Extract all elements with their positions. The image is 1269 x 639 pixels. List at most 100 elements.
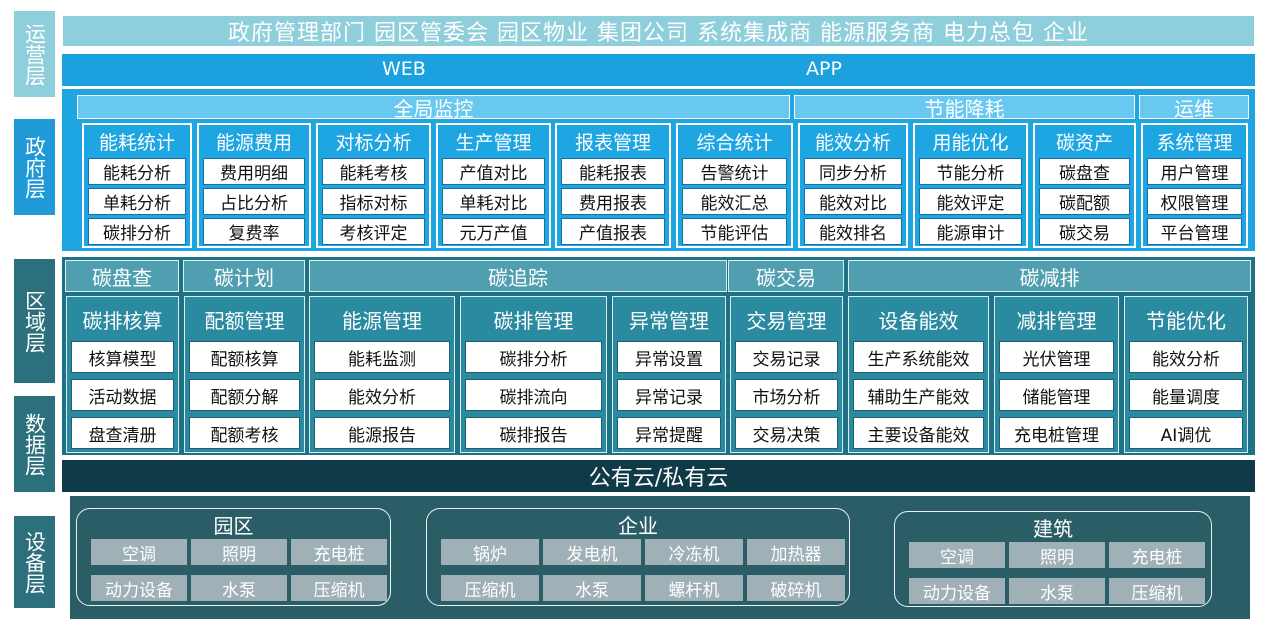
region-item: 配额分解: [189, 379, 300, 411]
app-label: APP: [806, 58, 842, 80]
device-item: 压缩机: [1109, 578, 1205, 604]
gov-section-saving: 节能降耗: [794, 95, 1135, 121]
device-item: 动力设备: [909, 578, 1005, 604]
region-item: 光伏管理: [999, 341, 1114, 373]
device-item: 水泵: [543, 575, 641, 601]
region-item: 生产系统能效: [853, 341, 984, 373]
device-item: 锅炉: [441, 539, 539, 565]
device-item: 压缩机: [291, 575, 387, 601]
gov-item: 产值对比: [442, 158, 545, 185]
gov-item: 节能分析: [919, 158, 1022, 185]
region-item: 辅助生产能效: [853, 379, 984, 411]
gov-item: 费用明细: [203, 158, 305, 185]
gov-group-title: 能效分析: [814, 131, 891, 154]
device-group-title: 企业: [618, 513, 658, 538]
layer-label-gov: 政府层: [14, 119, 55, 215]
region-item: 盘查清册: [71, 417, 174, 449]
gov-item: 碳配额: [1039, 188, 1130, 215]
gov-group: 对标分析能耗考核指标对标考核评定: [316, 123, 431, 248]
gov-section-maintenance: 运维: [1139, 95, 1249, 121]
gov-item: 碳交易: [1039, 218, 1130, 245]
region-group-title: 交易管理: [746, 308, 827, 333]
gov-item: 碳排分析: [88, 218, 186, 245]
gov-group-title: 能源费用: [215, 131, 292, 154]
region-group: 减排管理 光伏管理 储能管理 充电桩管理: [994, 296, 1119, 453]
device-group: 企业 锅炉 发电机 冷冻机 加热器 压缩机 水泵 螺杆机 破碎机: [426, 508, 850, 606]
gov-group-title: 对标分析: [335, 131, 412, 154]
gov-item: 占比分析: [203, 188, 305, 215]
region-item: 能效分析: [314, 379, 450, 411]
region-section-plan: 碳计划: [183, 260, 305, 292]
gov-group-title: 碳资产: [1055, 131, 1113, 154]
device-item: 水泵: [1009, 578, 1105, 604]
region-item: 能源报告: [314, 417, 450, 449]
region-section-inventory: 碳盘查: [65, 260, 179, 292]
layer-label-device: 设备层: [14, 516, 55, 608]
device-item: 发电机: [543, 539, 641, 565]
device-item: 充电桩: [1109, 542, 1205, 568]
region-item: 交易决策: [735, 417, 838, 449]
region-group-title: 碳排管理: [493, 308, 574, 333]
gov-item: 产值报表: [561, 218, 665, 245]
gov-section-saving-label: 节能降耗: [924, 96, 1005, 121]
gov-group: 能耗统计 能耗分析 单耗分析 碳排分析: [82, 123, 192, 248]
client-bar: WEB APP: [62, 54, 1255, 86]
region-item: 活动数据: [71, 379, 174, 411]
region-section-tracking-label: 碳追踪: [488, 265, 548, 290]
gov-item: 同步分析: [804, 158, 902, 185]
device-item: 空调: [91, 539, 187, 565]
gov-item: 单耗分析: [88, 188, 186, 215]
layer-label-data-text: 数据层: [22, 412, 47, 476]
region-item: 异常记录: [617, 379, 721, 411]
ops-bar-text: 政府管理部门 园区管委会 园区物业 集团公司 系统集成商 能源服务商 电力总包 …: [228, 21, 1089, 46]
device-item: 动力设备: [91, 575, 187, 601]
device-item: 照明: [1009, 542, 1105, 568]
region-item: 能耗监测: [314, 341, 450, 373]
gov-item: 能耗考核: [322, 158, 425, 185]
gov-item: 碳盘查: [1039, 158, 1130, 185]
device-item: 螺杆机: [645, 575, 743, 601]
region-section-inventory-label: 碳盘查: [92, 265, 152, 290]
device-item: 充电桩: [291, 539, 387, 565]
region-item: 配额核算: [189, 341, 300, 373]
gov-item: 元万产值: [442, 218, 545, 245]
layer-label-device-text: 设备层: [22, 530, 47, 594]
region-item: 能量调度: [1129, 379, 1243, 411]
gov-section-monitor: 全局监控: [77, 95, 790, 121]
gov-item: 节能评估: [682, 218, 787, 245]
gov-item: 单耗对比: [442, 188, 545, 215]
region-item: 充电桩管理: [999, 417, 1114, 449]
gov-group-title: 用能优化: [932, 131, 1009, 154]
device-group-title: 园区: [213, 513, 254, 538]
device-item: 压缩机: [441, 575, 539, 601]
region-item: 异常设置: [617, 341, 721, 373]
layer-label-region: 区域层: [14, 259, 55, 383]
region-item: AI调优: [1129, 417, 1243, 449]
region-group: 交易管理 交易记录 市场分析 交易决策: [730, 296, 843, 453]
region-section-trading: 碳交易: [728, 260, 844, 292]
region-item: 异常提醒: [617, 417, 721, 449]
region-section-reduction: 碳减排: [848, 260, 1251, 292]
gov-group: 用能优化 节能分析 能效评定 能源审计: [913, 123, 1028, 248]
gov-item: 能效对比: [804, 188, 902, 215]
gov-item: 考核评定: [322, 218, 425, 245]
region-group: 碳排管理 碳排分析 碳排流向 碳排报告: [460, 296, 607, 453]
device-item: 冷冻机: [645, 539, 743, 565]
device-group: 建筑 空调 照明 充电桩 动力设备 水泵 压缩机: [894, 511, 1212, 607]
region-section-plan-label: 碳计划: [214, 265, 274, 290]
gov-section-monitor-label: 全局监控: [393, 96, 474, 121]
gov-item: 费用报表: [561, 188, 665, 215]
gov-group: 系统管理 用户管理 权限管理 平台管理: [1141, 123, 1248, 248]
region-item: 市场分析: [735, 379, 838, 411]
region-group: 能源管理 能耗监测 能效分析 能源报告: [309, 296, 455, 453]
gov-item: 权限管理: [1147, 188, 1242, 215]
gov-group-title: 综合统计: [696, 131, 773, 154]
gov-item: 指标对标: [322, 188, 425, 215]
web-label: WEB: [382, 58, 426, 80]
device-item: 破碎机: [747, 575, 845, 601]
region-item: 碳排分析: [465, 341, 602, 373]
region-section-tracking: 碳追踪: [309, 260, 727, 292]
region-item: 储能管理: [999, 379, 1114, 411]
gov-item: 平台管理: [1147, 218, 1242, 245]
gov-item: 用户管理: [1147, 158, 1242, 185]
